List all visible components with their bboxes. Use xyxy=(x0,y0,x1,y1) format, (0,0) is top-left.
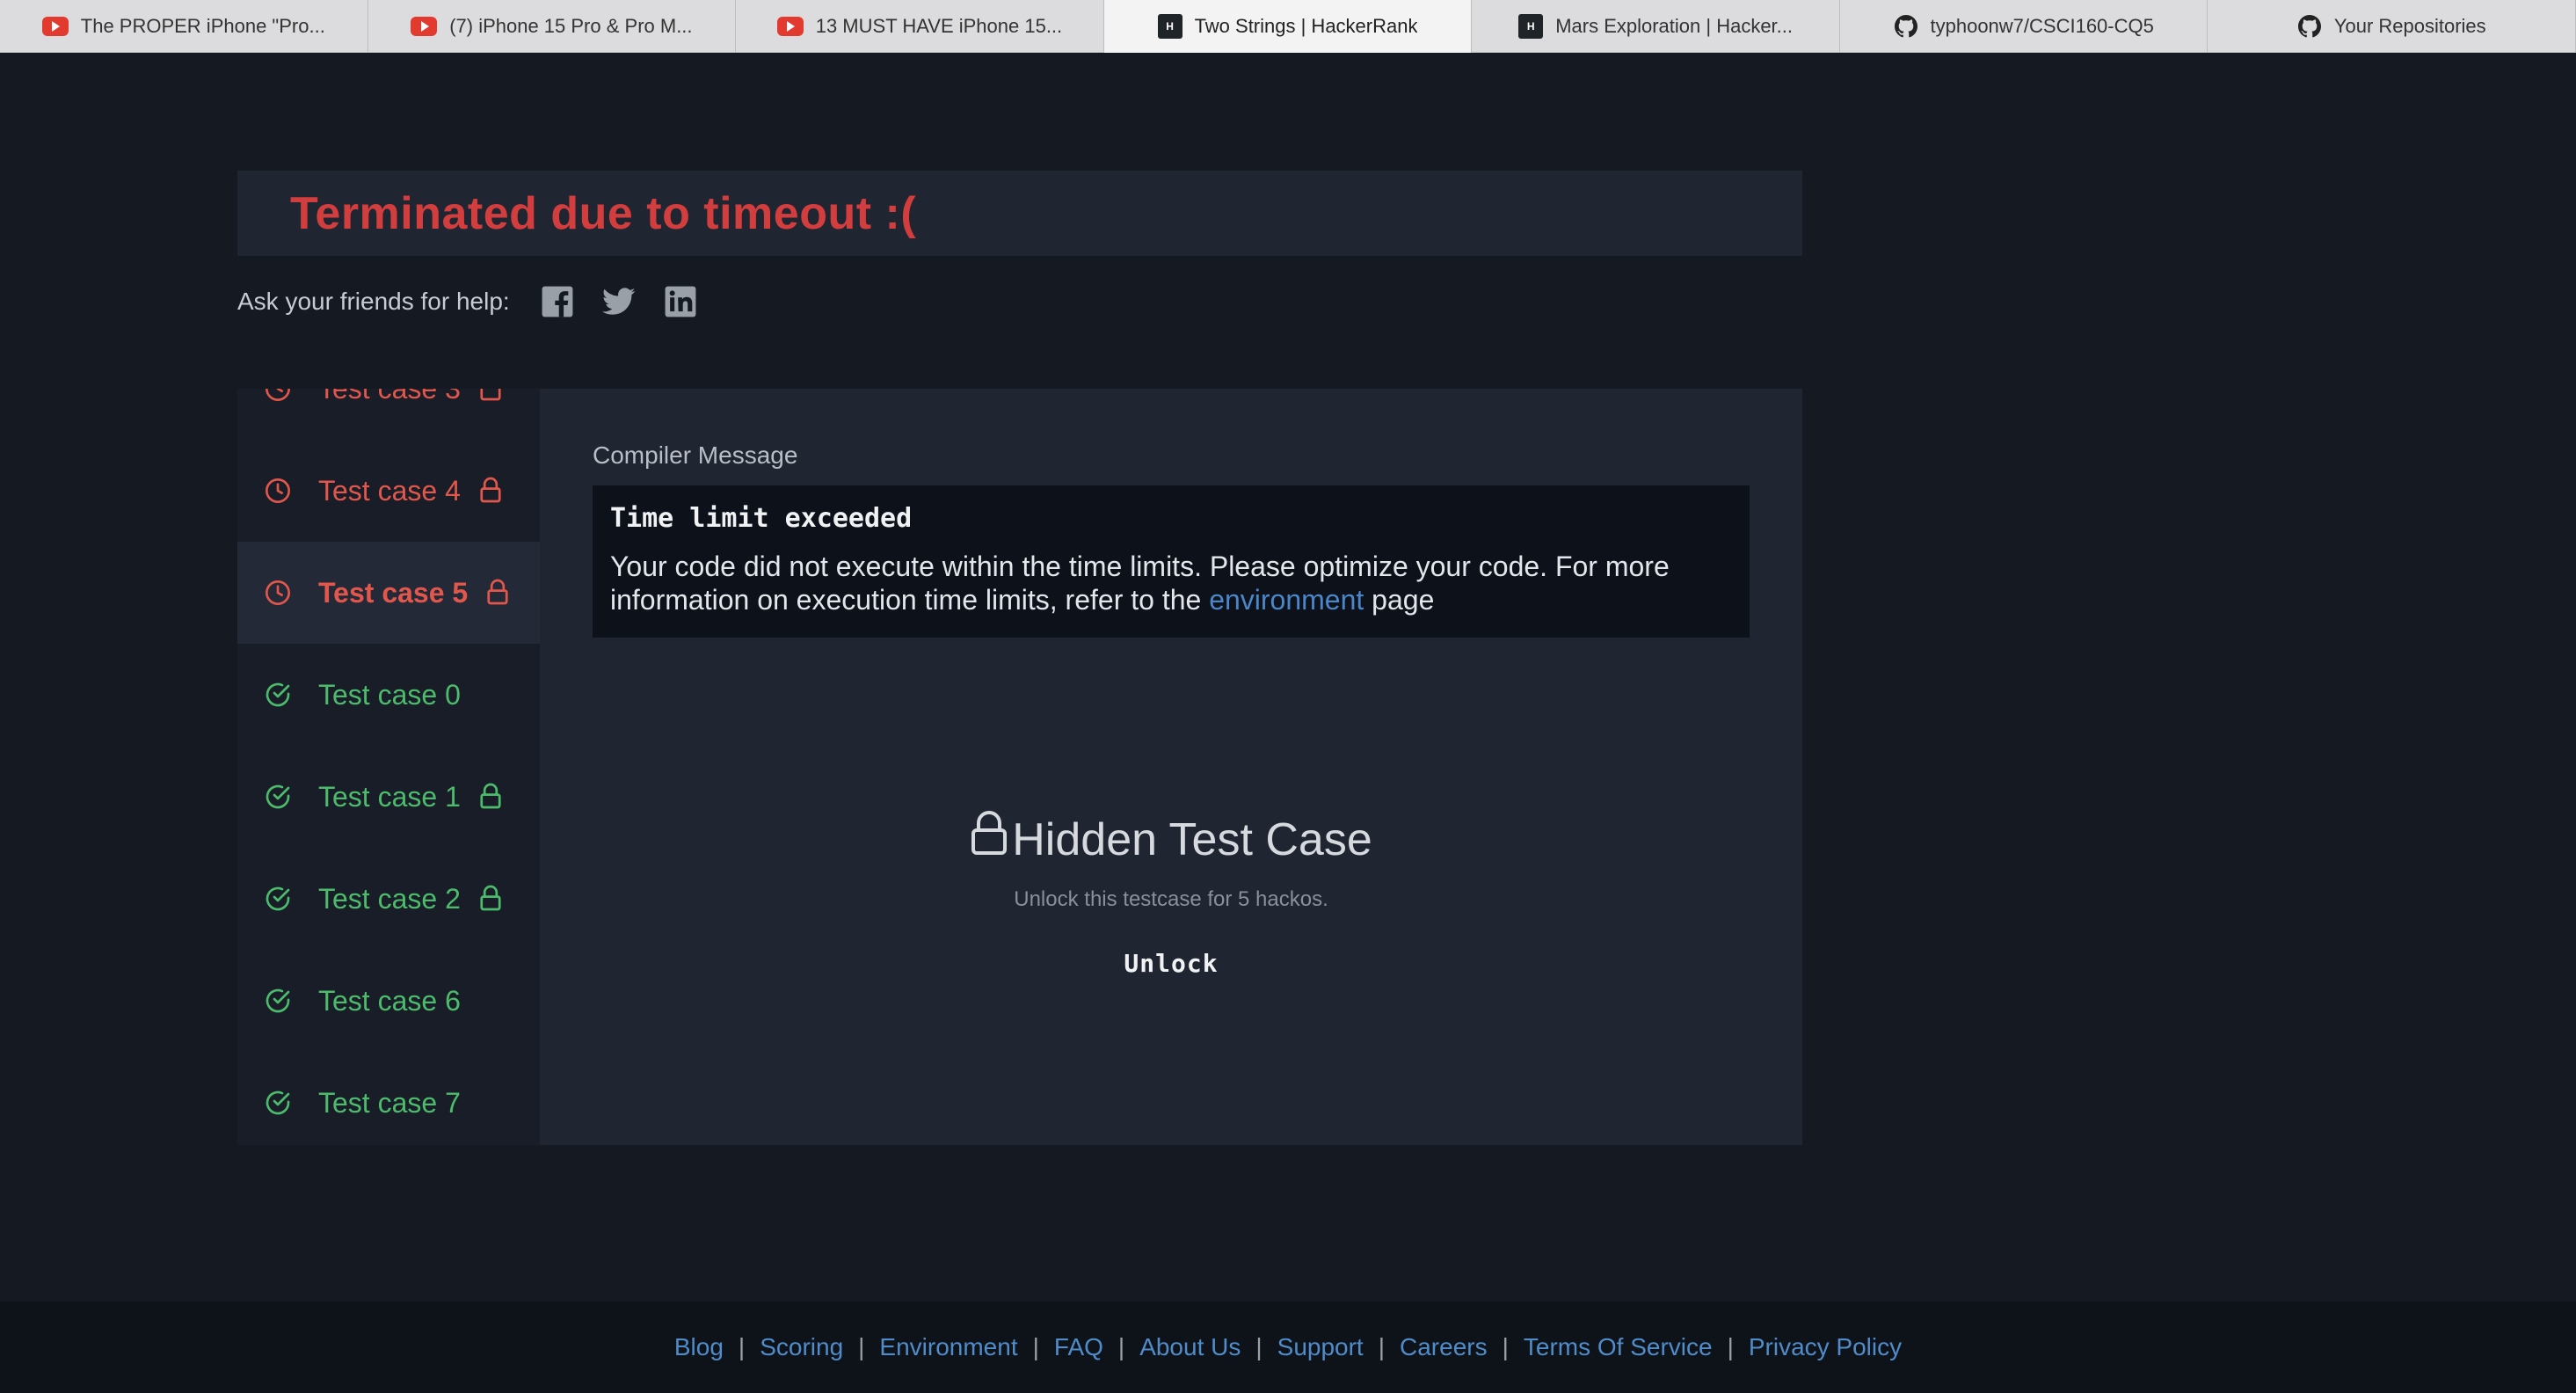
lock-icon xyxy=(478,389,505,403)
environment-link[interactable]: environment xyxy=(1209,584,1364,616)
share-label: Ask your friends for help: xyxy=(237,288,510,315)
youtube-icon xyxy=(776,17,804,36)
footer: Blog | Scoring | Environment | FAQ | About Us | Su… xyxy=(0,1302,2576,1393)
footer-link[interactable]: Environment xyxy=(879,1333,1017,1361)
browser-tab-label: (7) iPhone 15 Pro & Pro M... xyxy=(449,15,693,37)
lock-icon xyxy=(478,885,505,913)
test-case-label: Test case 2 xyxy=(318,882,461,915)
browser-tab[interactable]: typhoonw7/CSCI160-CQ5 xyxy=(1840,0,2209,53)
browser-tab-label: Your Repositories xyxy=(2333,15,2486,37)
lock-icon xyxy=(478,783,505,811)
footer-link[interactable]: Careers xyxy=(1400,1333,1488,1361)
footer-link[interactable]: Support xyxy=(1277,1333,1364,1361)
compiler-error: Time limit exceeded xyxy=(610,503,913,534)
browser-tab-label: Mars Exploration | Hacker... xyxy=(1555,15,1793,37)
hidden-title-text: Hidden Test Case xyxy=(1012,813,1372,865)
test-case-label: Test case 3 xyxy=(318,389,461,405)
hidden-test-case-subtitle: Unlock this testcase for 5 hackos. xyxy=(1014,887,1328,911)
github-icon xyxy=(2297,14,2322,39)
clock-icon xyxy=(264,579,292,607)
test-case-label: Test case 6 xyxy=(318,984,461,1017)
footer-separator: | xyxy=(738,1333,746,1360)
result-panel: Test case 3 Test case 4 Test case 5 Test ca… xyxy=(237,389,1802,1145)
footer-link[interactable]: Scoring xyxy=(760,1333,843,1361)
test-case-item[interactable]: Test case 7 xyxy=(237,1052,540,1145)
footer-link[interactable]: Blog xyxy=(674,1333,724,1361)
test-case-label: Test case 1 xyxy=(318,780,461,813)
browser-tab-label: The PROPER iPhone "Pro... xyxy=(80,15,325,37)
message-after: page xyxy=(1364,584,1435,616)
footer-link[interactable]: Privacy Policy xyxy=(1749,1333,1902,1361)
youtube-icon xyxy=(41,17,69,36)
share-row: Ask your friends for help: xyxy=(237,280,698,324)
linkedin-icon[interactable] xyxy=(663,284,698,319)
browser-tab-label: Two Strings | HackerRank xyxy=(1194,15,1418,37)
check-circle-icon xyxy=(264,987,292,1015)
test-case-item[interactable]: Test case 6 xyxy=(237,950,540,1052)
twitter-icon[interactable] xyxy=(601,284,637,319)
test-case-item[interactable]: Test case 4 xyxy=(237,440,540,542)
unlock-button[interactable]: Unlock xyxy=(1124,949,1218,978)
browser-tab[interactable]: (7) iPhone 15 Pro & Pro M... xyxy=(368,0,737,53)
hackerrank-icon: H xyxy=(1157,14,1182,39)
test-case-label: Test case 4 xyxy=(318,474,461,507)
test-case-item[interactable]: Test case 1 xyxy=(237,746,540,848)
test-case-label: Test case 7 xyxy=(318,1086,461,1119)
message-before: Your code did not execute within the tim… xyxy=(610,551,1670,616)
test-case-list: Test case 3 Test case 4 Test case 5 Test ca… xyxy=(237,389,540,1145)
test-case-item[interactable]: Test case 0 xyxy=(237,644,540,746)
compiler-message-text: Your code did not execute within the tim… xyxy=(610,550,1732,616)
github-icon xyxy=(1894,14,1918,39)
footer-separator: | xyxy=(1255,1333,1263,1360)
browser-tab[interactable]: H Mars Exploration | Hacker... xyxy=(1472,0,1840,53)
check-circle-icon xyxy=(264,681,292,709)
footer-separator: | xyxy=(1502,1333,1509,1360)
check-circle-icon xyxy=(264,885,292,913)
compiler-message-box: Time limit exceeded Your code did not ex… xyxy=(593,485,1750,638)
footer-separator: | xyxy=(1378,1333,1385,1360)
compiler-message-title: Compiler Message xyxy=(593,441,798,469)
test-case-detail: Compiler Message Time limit exceeded You… xyxy=(540,389,1802,1145)
clock-icon xyxy=(264,477,292,505)
lock-icon xyxy=(478,477,505,505)
test-case-label: Test case 5 xyxy=(318,576,469,609)
footer-separator: | xyxy=(1032,1333,1039,1360)
test-case-item[interactable]: Test case 5 xyxy=(237,542,540,644)
browser-tab-label: typhoonw7/CSCI160-CQ5 xyxy=(1930,15,2154,37)
test-case-sidebar[interactable]: Test case 3 Test case 4 Test case 5 Test ca… xyxy=(237,389,540,1145)
test-case-item[interactable]: Test case 2 xyxy=(237,848,540,950)
facebook-icon[interactable] xyxy=(540,284,575,319)
footer-link[interactable]: FAQ xyxy=(1054,1333,1103,1361)
main-content: Terminated due to timeout :( Ask your fr… xyxy=(0,53,2576,1302)
youtube-icon xyxy=(411,17,438,36)
status-banner: Terminated due to timeout :( xyxy=(237,171,1802,256)
browser-tab-label: 13 MUST HAVE iPhone 15... xyxy=(815,15,1063,37)
footer-separator: | xyxy=(858,1333,865,1360)
status-title: Terminated due to timeout :( xyxy=(290,187,917,239)
test-case-label: Test case 0 xyxy=(318,678,461,711)
hackerrank-icon: H xyxy=(1518,14,1544,39)
footer-separator: | xyxy=(1727,1333,1734,1360)
footer-separator: | xyxy=(1117,1333,1125,1360)
test-case-item[interactable]: Test case 3 xyxy=(237,389,540,440)
browser-tab[interactable]: H Two Strings | HackerRank xyxy=(1103,0,1473,53)
hidden-test-case-title: Hidden Test Case xyxy=(970,811,1372,868)
browser-tab[interactable]: Your Repositories xyxy=(2208,0,2576,53)
check-circle-icon xyxy=(264,783,292,811)
browser-tab[interactable]: 13 MUST HAVE iPhone 15... xyxy=(736,0,1104,53)
footer-link[interactable]: About Us xyxy=(1139,1333,1241,1361)
lock-icon xyxy=(485,579,512,607)
browser-tab-bar: The PROPER iPhone "Pro... (7) iPhone 15 P… xyxy=(0,0,2576,53)
hidden-test-case: Hidden Test Case Unlock this testcase fo… xyxy=(593,811,1750,978)
clock-icon xyxy=(264,389,292,403)
check-circle-icon xyxy=(264,1089,292,1117)
lock-icon xyxy=(970,811,1008,868)
browser-tab[interactable]: The PROPER iPhone "Pro... xyxy=(0,0,368,53)
footer-link[interactable]: Terms Of Service xyxy=(1524,1333,1713,1361)
